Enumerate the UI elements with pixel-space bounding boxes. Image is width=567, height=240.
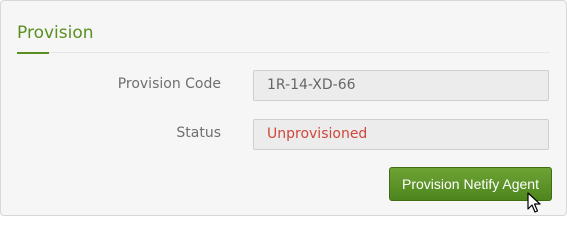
status-label: Status	[176, 125, 221, 141]
mouse-pointer-icon	[527, 192, 541, 213]
provision-panel: Provision Provision Code 1R-14-XD-66 Sta…	[0, 0, 567, 216]
title-accent-underline	[17, 52, 49, 54]
provision-code-label: Provision Code	[117, 76, 221, 92]
status-field: Unprovisioned	[253, 119, 549, 150]
title-divider	[17, 52, 550, 53]
panel-title: Provision	[17, 23, 94, 43]
provision-code-field: 1R-14-XD-66	[253, 70, 549, 101]
